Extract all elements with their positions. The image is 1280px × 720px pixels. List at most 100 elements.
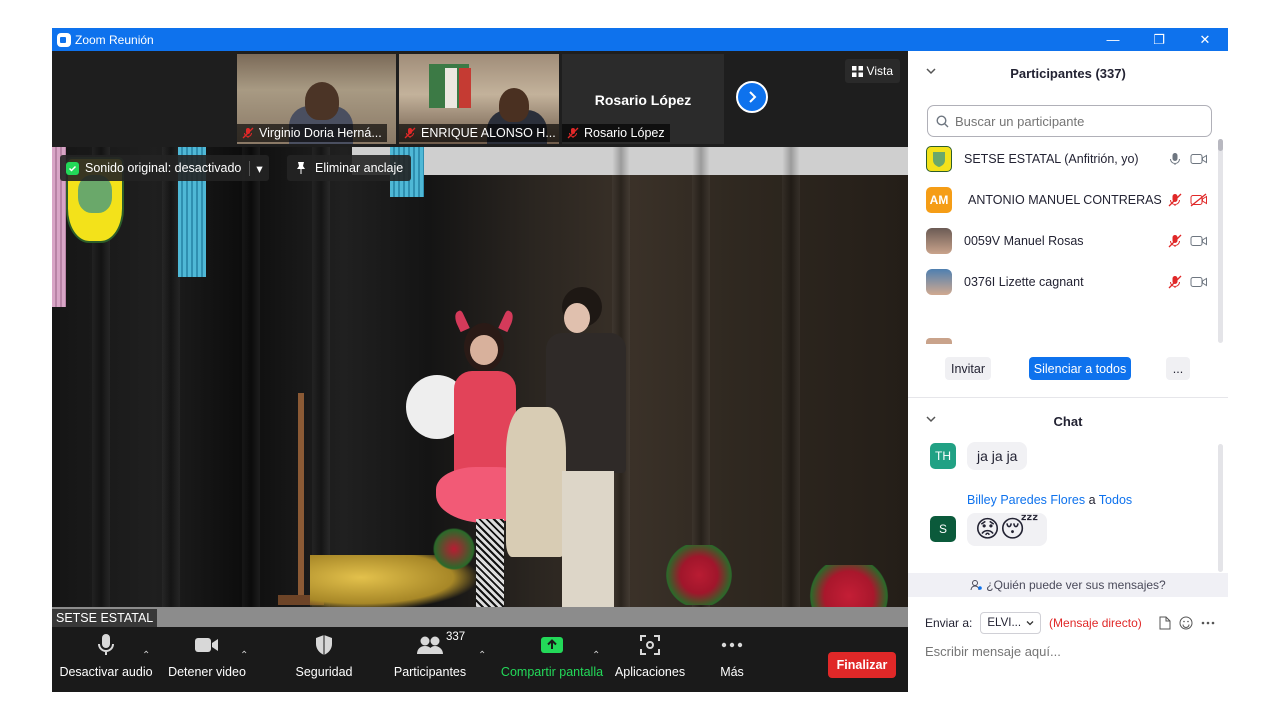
zoom-logo-icon (57, 32, 71, 47)
participant-name-label: ENRIQUE ALONSO H... (399, 124, 559, 142)
direct-message-label: (Mensaje directo) (1049, 616, 1142, 630)
poinsettia (664, 545, 734, 605)
restore-button[interactable]: ❐ (1136, 28, 1182, 51)
participants-scrollbar[interactable] (1218, 139, 1223, 343)
search-input[interactable] (955, 113, 1195, 129)
ellipsis-icon (721, 642, 743, 648)
ellipsis-icon[interactable] (1201, 621, 1215, 625)
person-icon (970, 580, 983, 591)
chat-scrollbar[interactable] (1218, 444, 1223, 572)
video-camera-icon (195, 638, 218, 652)
sender-name[interactable]: Billey Paredes Flores (967, 493, 1085, 507)
stop-video-button[interactable]: Detener video (162, 627, 252, 692)
participants-button[interactable]: 337 Participantes (388, 627, 472, 692)
search-icon (936, 114, 949, 127)
meeting-toolbar: Desactivar audio ⌃ Detener video ⌃ Segur… (52, 627, 908, 692)
avatar (926, 269, 952, 295)
end-meeting-button[interactable]: Finalizar (828, 652, 896, 678)
apps-button[interactable]: Aplicaciones (614, 627, 686, 692)
participant-search[interactable] (927, 105, 1212, 137)
share-screen-button[interactable]: Compartir pantalla (500, 627, 604, 692)
chat-header: Chat (908, 401, 1228, 441)
mute-all-button[interactable]: Silenciar a todos (1029, 357, 1131, 380)
mic-muted-icon (567, 127, 579, 139)
microphone-icon[interactable] (1168, 152, 1182, 166)
participant-name-label: Virginio Doria Herná... (237, 124, 387, 142)
chevron-down-icon[interactable] (926, 66, 936, 76)
title-bar: Zoom Reunión — ❐ ✕ (52, 28, 1228, 51)
recipient-dropdown[interactable]: ELVI... (980, 612, 1042, 634)
main-video[interactable]: Sonido original: desactivado ▾ Eliminar … (52, 147, 908, 627)
avatar: S (930, 516, 956, 542)
stage-ceiling (352, 147, 908, 175)
emoji-icon[interactable] (1179, 616, 1193, 630)
video-options-caret[interactable]: ⌃ (240, 650, 248, 661)
participant-row[interactable]: AM ANTONIO MANUEL CONTRERAS (926, 185, 1208, 215)
mic-muted-icon[interactable] (1168, 275, 1182, 289)
invite-button[interactable]: Invitar (945, 357, 991, 380)
avatar (926, 146, 952, 172)
chevron-down-icon[interactable]: ▾ (249, 160, 263, 176)
curtain-fold (782, 147, 800, 627)
participants-icon (417, 636, 443, 654)
curtain-fold (242, 147, 260, 627)
mute-audio-button[interactable]: Desactivar audio (59, 627, 153, 692)
more-options-button[interactable]: ... (1166, 357, 1190, 380)
participant-row[interactable]: SETSE ESTATAL (Anfitrión, yo) (926, 144, 1208, 174)
participant-name-label: Rosario López (562, 124, 670, 142)
chevron-down-icon (1026, 621, 1034, 626)
video-thumbnail[interactable]: Rosario López Rosario López (562, 54, 724, 144)
original-sound-toggle[interactable]: Sonido original: desactivado ▾ (60, 155, 269, 181)
video-thumbnail[interactable]: Virginio Doria Herná... (237, 54, 396, 144)
actor-man (506, 287, 632, 627)
message-target: Todos (1098, 493, 1133, 507)
security-button[interactable]: Seguridad (288, 627, 360, 692)
more-button[interactable]: Más (712, 627, 752, 692)
participant-display-name: Rosario López (594, 92, 692, 108)
close-button[interactable]: ✕ (1182, 28, 1228, 51)
meeting-area: Virginio Doria Herná... ENRIQUE ALONSO H… (52, 51, 908, 692)
participants-title: Participantes (337) (1010, 65, 1126, 81)
unpin-button[interactable]: Eliminar anclaje (287, 155, 412, 181)
chevron-down-icon[interactable] (926, 414, 936, 424)
audio-options-caret[interactable]: ⌃ (142, 650, 150, 661)
video-strip: Virginio Doria Herná... ENRIQUE ALONSO H… (52, 51, 908, 147)
video-off-icon[interactable] (1190, 193, 1208, 207)
avatar: AM (926, 187, 952, 213)
chevron-right-icon (749, 91, 757, 103)
view-button[interactable]: Vista (844, 59, 900, 83)
self-name-label: SETSE ESTATAL (52, 609, 158, 627)
avatar: TH (930, 443, 956, 469)
participant-row[interactable]: 0059V Manuel Rosas (926, 226, 1208, 256)
video-camera-icon[interactable] (1190, 152, 1208, 166)
chat-sender-line: Billey Paredes Flores a Todos (967, 493, 1133, 507)
who-can-see-messages-link[interactable]: ¿Quién puede ver sus mensajes? (908, 573, 1228, 597)
video-thumbnail[interactable]: ENRIQUE ALONSO H... (399, 54, 559, 144)
avatar (926, 228, 952, 254)
mic-muted-icon[interactable] (1168, 234, 1182, 248)
send-to-row: Enviar a: ELVI... (Mensaje directo) (925, 612, 1215, 634)
minimize-button[interactable]: — (1090, 28, 1136, 51)
microphone-icon (98, 634, 114, 655)
shield-icon (316, 635, 332, 655)
video-camera-icon[interactable] (1190, 275, 1208, 289)
zoom-window: Zoom Reunión — ❐ ✕ Virginio Doria Herná.… (52, 28, 1228, 692)
avatar-partial (926, 338, 952, 344)
participants-header: Participantes (337) (908, 53, 1228, 93)
share-options-caret[interactable]: ⌃ (592, 650, 600, 661)
chat-message: 😟😴 (967, 513, 1047, 546)
participants-options-caret[interactable]: ⌃ (478, 650, 486, 661)
apps-icon (640, 635, 660, 655)
stage-floor (52, 607, 908, 627)
participants-count: 337 (446, 631, 466, 643)
participant-row[interactable]: 0376I Lizette cagnant (926, 267, 1208, 297)
file-icon[interactable] (1159, 616, 1171, 630)
poinsettia (430, 527, 478, 571)
mic-muted-icon[interactable] (1168, 193, 1182, 207)
pin-icon (297, 162, 305, 174)
next-page-button[interactable] (736, 81, 768, 113)
chat-message: ja ja ja (967, 442, 1028, 470)
video-camera-icon[interactable] (1190, 234, 1208, 248)
share-screen-icon (541, 637, 563, 653)
chat-message-input[interactable] (925, 641, 1215, 661)
